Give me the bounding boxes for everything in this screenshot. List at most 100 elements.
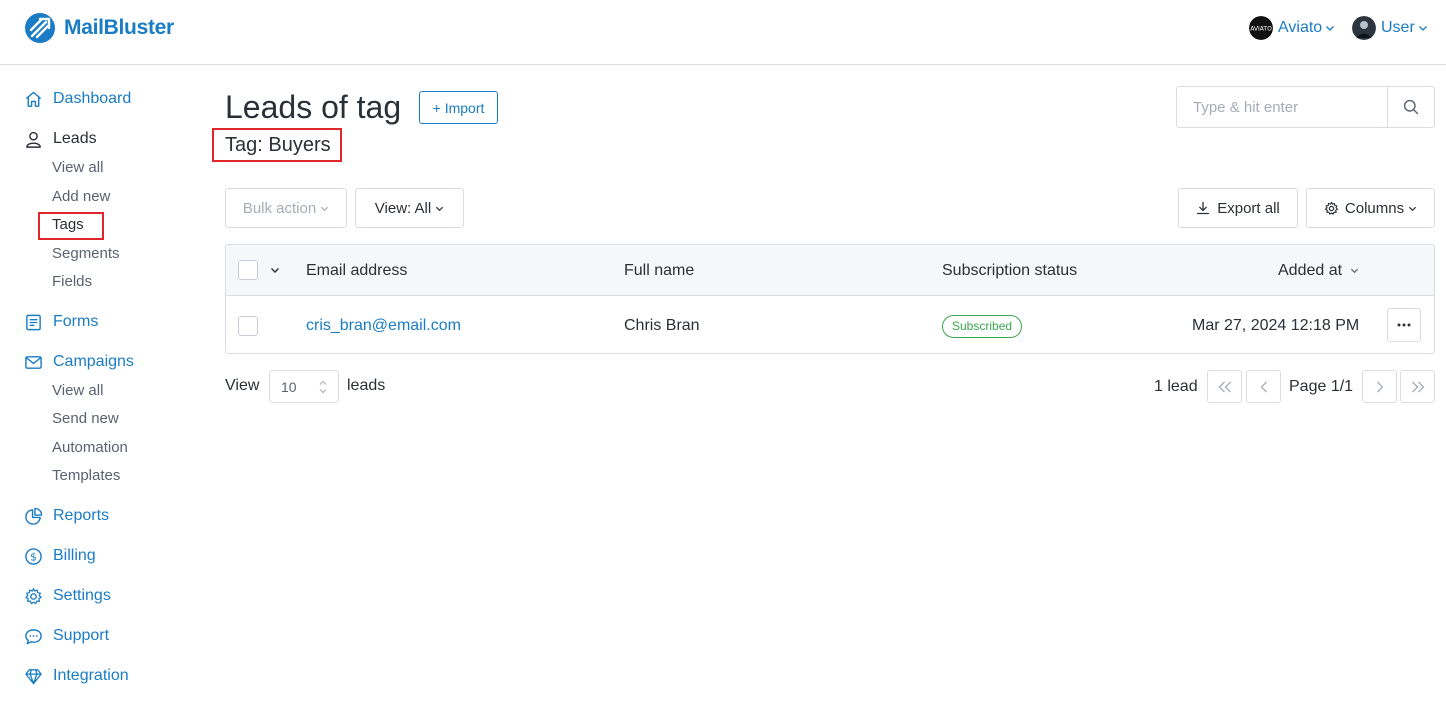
double-chevron-left-icon [1218,381,1231,392]
chevron-right-icon [1376,381,1383,392]
column-header-subscription-status[interactable]: Subscription status [942,245,1077,296]
download-icon [1197,201,1210,215]
column-header-full-name[interactable]: Full name [624,245,694,296]
sidebar-item-reports[interactable]: Reports [24,504,109,528]
tag-name-text: Tag: Buyers [225,133,331,156]
sidebar-subitem-campaigns-view-all[interactable]: View all [52,380,103,402]
sidebar-item-label: Support [53,627,110,644]
gear-icon [25,587,42,604]
page-indicator: Page 1/1 [1289,378,1354,395]
search-icon [1403,99,1419,115]
stepper-arrows-icon [319,380,327,394]
user-menu[interactable]: User [1352,15,1428,41]
view-filter-label: View: All [374,199,432,217]
sidebar-item-label: Billing [53,547,96,564]
previous-page-button[interactable] [1246,370,1281,403]
columns-dropdown[interactable]: Columns [1306,188,1435,228]
sidebar-item-support[interactable]: Support [24,624,109,648]
select-all-checkbox[interactable] [238,260,258,280]
sidebar-item-label: Dashboard [53,90,132,107]
status-badge: Subscribed [942,315,1023,338]
per-page-value: 10 [281,378,297,395]
sidebar-item-dashboard[interactable]: Dashboard [24,87,131,111]
chevron-down-icon [1326,26,1335,31]
brand-name: MailBluster [64,16,174,39]
form-icon [26,314,41,330]
view-filter-dropdown[interactable]: View: All [355,188,464,228]
user-avatar [1352,16,1376,40]
sidebar-item-label: Settings [53,587,111,604]
bulk-action-dropdown[interactable]: Bulk action [225,188,347,228]
chat-bubble-icon [25,628,42,644]
dollar-icon: $ [25,547,42,565]
double-chevron-right-icon [1411,381,1424,392]
next-page-button[interactable] [1362,370,1397,403]
user-icon [26,131,41,148]
account-switcher[interactable]: AVIATO Aviato [1249,15,1335,41]
export-all-button[interactable]: Export all [1178,188,1298,228]
user-name: User [1381,19,1415,36]
search-input[interactable] [1177,87,1387,127]
column-header-added-at[interactable]: Added at [1278,245,1359,296]
sort-chevron-down-icon [1350,268,1359,274]
sidebar-item-label: Reports [53,507,110,524]
tag-name-label: Tag: Buyers [212,128,342,162]
sidebar-subitem-leads-view-all[interactable]: View all [52,157,103,179]
first-page-button[interactable] [1207,370,1242,403]
column-header-email[interactable]: Email address [306,245,407,296]
tags-highlight-box [38,212,104,240]
sidebar-item-label: Forms [53,313,99,330]
bulk-action-label: Bulk action [242,199,317,217]
leads-label: leads [347,377,386,394]
search-button[interactable] [1387,87,1434,127]
sidebar-item-leads[interactable]: Leads [24,127,97,151]
chevron-down-icon [1409,206,1417,211]
view-label: View [225,377,260,394]
svg-text:$: $ [30,551,37,563]
search-box [1176,86,1435,128]
table-header: Email address Full name Subscription sta… [226,245,1434,296]
lead-email-link[interactable]: cris_bran@email.com [306,297,461,353]
aviato-logo-avatar: AVIATO [1249,16,1273,40]
leads-table: Email address Full name Subscription sta… [225,244,1435,354]
chevron-left-icon [1260,381,1267,392]
lead-added-at: Mar 27, 2024 12:18 PM [1192,317,1360,334]
sidebar-item-label: Integration [53,667,129,684]
gear-icon [1324,201,1338,215]
chevron-down-icon [436,206,444,211]
table-row: cris_bran@email.com Chris Bran Subscribe… [226,297,1434,353]
sidebar-item-settings[interactable]: Settings [24,584,111,608]
sidebar-subitem-send-new[interactable]: Send new [52,408,119,430]
envelope-icon [25,355,42,369]
sidebar-item-forms[interactable]: Forms [24,310,98,334]
lead-full-name: Chris Bran [624,317,700,334]
sidebar-subitem-fields[interactable]: Fields [52,271,92,293]
import-button[interactable]: + Import [419,91,498,124]
home-icon [25,91,42,107]
sidebar-item-label: Leads [53,130,97,147]
row-checkbox[interactable] [238,316,258,336]
pie-chart-icon [25,507,43,525]
last-page-button[interactable] [1400,370,1435,403]
sidebar-subitem-leads-add-new[interactable]: Add new [52,186,110,208]
brand-logo[interactable]: MailBluster [24,12,174,44]
diamond-icon [25,668,42,684]
export-all-label: Export all [1217,199,1280,217]
row-actions-button[interactable] [1387,308,1421,342]
account-name: Aviato [1278,19,1323,36]
more-horizontal-icon [1397,323,1411,327]
chevron-down-icon[interactable] [270,265,280,275]
column-header-label: Added at [1278,262,1343,279]
mailbluster-logo-icon [25,13,55,43]
chevron-down-icon [321,206,329,211]
lead-count: 1 lead [1154,378,1198,395]
sidebar-subitem-segments[interactable]: Segments [52,243,120,265]
sidebar-item-integration[interactable]: Integration [24,664,129,688]
sidebar-subitem-templates[interactable]: Templates [52,465,120,487]
page-title: Leads of tag [225,89,402,125]
sidebar-item-billing[interactable]: $ Billing [24,544,96,568]
sidebar-item-campaigns[interactable]: Campaigns [24,350,134,374]
per-page-stepper[interactable]: 10 [269,370,339,403]
sidebar-subitem-automation[interactable]: Automation [52,437,128,459]
top-bar: MailBluster AVIATO Aviato User [0,0,1446,65]
